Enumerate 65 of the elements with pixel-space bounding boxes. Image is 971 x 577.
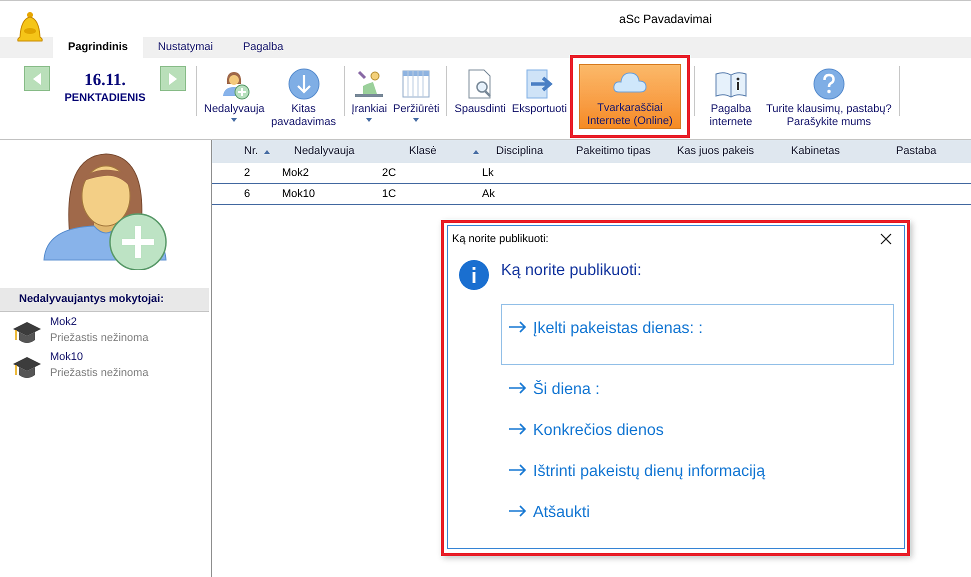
table-cell: 2C bbox=[382, 166, 396, 179]
info-icon bbox=[459, 260, 489, 290]
toolbar-button[interactable]: Kitas pavadavimas bbox=[268, 66, 340, 130]
close-button[interactable] bbox=[878, 231, 894, 247]
toolbar-button[interactable]: Spausdinti bbox=[451, 66, 509, 130]
table-cell: 1C bbox=[382, 188, 396, 200]
command-link[interactable]: Ši diena : bbox=[501, 369, 894, 410]
weekday-label: PENKTADIENIS bbox=[64, 91, 146, 106]
caret-icon bbox=[231, 118, 238, 122]
table-cell: 6 bbox=[244, 188, 250, 200]
ribbon-tab[interactable]: Pagalba bbox=[228, 37, 298, 58]
command-link[interactable]: Atšaukti bbox=[501, 492, 894, 533]
column-header[interactable]: Klasė bbox=[382, 140, 482, 163]
command-link[interactable]: Ištrinti pakeistų dienų informaciją bbox=[501, 451, 894, 492]
command-link[interactable]: Įkelti pakeistas dienas: : bbox=[501, 304, 894, 365]
column-header[interactable]: Pastaba bbox=[879, 140, 971, 163]
table-cell: Mok2 bbox=[282, 166, 309, 179]
left-triangle-icon bbox=[33, 72, 41, 84]
ribbon-tab[interactable]: Nustatymai bbox=[142, 37, 228, 58]
table-cell: Lk bbox=[482, 166, 494, 179]
teacher-name: Mok2 bbox=[50, 315, 78, 330]
toolbar-button[interactable]: Nedalyvauja bbox=[201, 66, 268, 130]
column-header[interactable]: Pakeitimo tipas bbox=[564, 140, 669, 163]
toolbar-button[interactable]: Tvarkaraščiai Internete (Online) bbox=[570, 55, 690, 138]
window-title: aSc Pavadavimai bbox=[619, 11, 712, 28]
grid-icon bbox=[400, 68, 432, 100]
close-icon bbox=[880, 233, 892, 245]
toolbar-button[interactable]: Pagalba internete bbox=[698, 66, 763, 130]
graduation-cap-icon bbox=[12, 355, 42, 381]
right-arrow-icon bbox=[509, 382, 527, 394]
right-triangle-icon bbox=[169, 72, 177, 84]
absence-reason: Priežastis nežinoma bbox=[50, 366, 148, 381]
table-cell: 2 bbox=[244, 166, 250, 179]
toolbar-button[interactable]: Eksportuoti bbox=[508, 66, 570, 130]
column-header[interactable]: Nr. bbox=[212, 140, 282, 163]
dialog-heading: Ką norite publikuoti: bbox=[501, 261, 642, 281]
next-day-button[interactable] bbox=[160, 66, 186, 91]
sort-arrow-icon bbox=[264, 150, 270, 154]
graduation-cap-icon bbox=[12, 320, 42, 346]
teacher-name: Mok10 bbox=[50, 350, 84, 365]
caret-icon bbox=[413, 118, 420, 122]
help-icon bbox=[812, 68, 845, 100]
column-header[interactable]: Kas juos pakeis bbox=[669, 140, 779, 163]
panel-heading: Nedalyvaujantys mokytojai: bbox=[19, 292, 164, 308]
column-header[interactable]: Disciplina bbox=[482, 140, 564, 163]
toolbar-button[interactable]: Peržiūrėti bbox=[390, 66, 442, 130]
command-link[interactable]: Konkrečios dienos bbox=[501, 410, 894, 451]
absence-reason: Priežastis nežinoma bbox=[50, 331, 148, 346]
sort-arrow-icon bbox=[472, 150, 479, 154]
right-arrow-icon bbox=[509, 464, 527, 476]
figure-hammer-icon bbox=[353, 68, 386, 100]
column-header[interactable]: Kabinetas bbox=[779, 140, 879, 163]
dialog-title: Ką norite publikuoti: bbox=[452, 232, 549, 247]
right-arrow-icon bbox=[509, 505, 527, 517]
column-header[interactable]: Nedalyvauja bbox=[282, 140, 382, 163]
previous-day-button[interactable] bbox=[24, 66, 50, 91]
ribbon-tab[interactable]: Pagrindinis bbox=[53, 37, 143, 58]
table-cell: Ak bbox=[482, 188, 495, 200]
toolbar-button[interactable]: Įrankiai bbox=[348, 66, 390, 130]
toolbar-button[interactable]: Turite klausimų, pastabų? Parašykite mums bbox=[762, 66, 895, 130]
caret-icon bbox=[366, 118, 372, 122]
table-cell: Mok10 bbox=[282, 188, 316, 200]
right-arrow-icon bbox=[509, 321, 527, 333]
date-label: 16.11. bbox=[84, 70, 126, 90]
right-arrow-icon bbox=[509, 423, 527, 435]
